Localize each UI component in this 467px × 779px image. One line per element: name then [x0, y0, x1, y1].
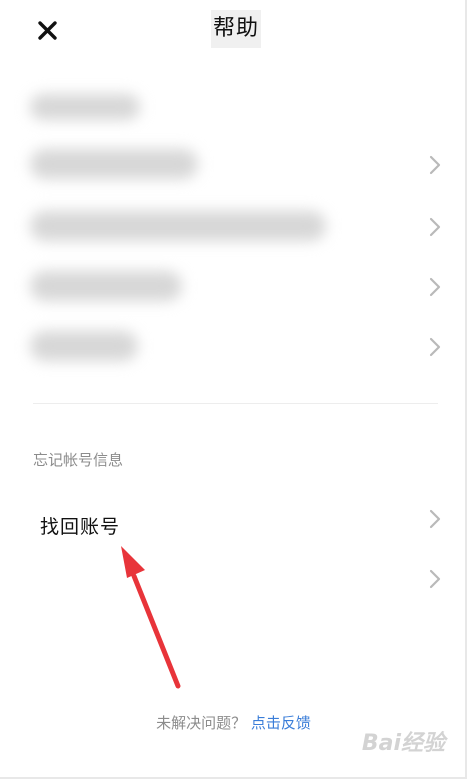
blurred-text — [30, 331, 138, 361]
blurred-text — [30, 211, 326, 241]
section-label-forgot-account: 忘记帐号信息 — [33, 451, 124, 469]
feedback-link[interactable]: 点击反馈 — [251, 714, 311, 732]
chevron-right-icon — [429, 509, 441, 529]
blurred-row-1[interactable] — [0, 134, 467, 194]
red-arrow-annotation — [121, 546, 181, 689]
baidu-watermark: Bai经验 — [361, 731, 445, 756]
page-title: 帮助 — [211, 10, 262, 48]
header: 帮助 — [0, 0, 467, 62]
blurred-row-3[interactable] — [0, 256, 467, 316]
divider — [33, 403, 438, 404]
chevron-right-icon — [429, 155, 441, 175]
recover-account-label[interactable]: 找回账号 — [40, 512, 120, 539]
close-icon — [38, 21, 57, 40]
chevron-right-icon — [429, 569, 441, 589]
second-option-row[interactable] — [0, 548, 467, 608]
blurred-text — [30, 271, 182, 301]
chevron-right-icon — [429, 217, 441, 237]
blurred-text — [30, 149, 198, 179]
close-button[interactable] — [30, 12, 64, 46]
blurred-row-4[interactable] — [0, 316, 467, 376]
blurred-row-2[interactable] — [0, 196, 467, 256]
chevron-right-icon — [429, 337, 441, 357]
help-screen: 帮助 忘记帐号信息 找回账号 未解决问题？ 点击反馈 Bai经验 — [0, 0, 467, 779]
footer-question: 未解决问题？ — [156, 714, 247, 732]
chevron-right-icon — [429, 277, 441, 297]
blurred-section-label — [30, 94, 140, 120]
